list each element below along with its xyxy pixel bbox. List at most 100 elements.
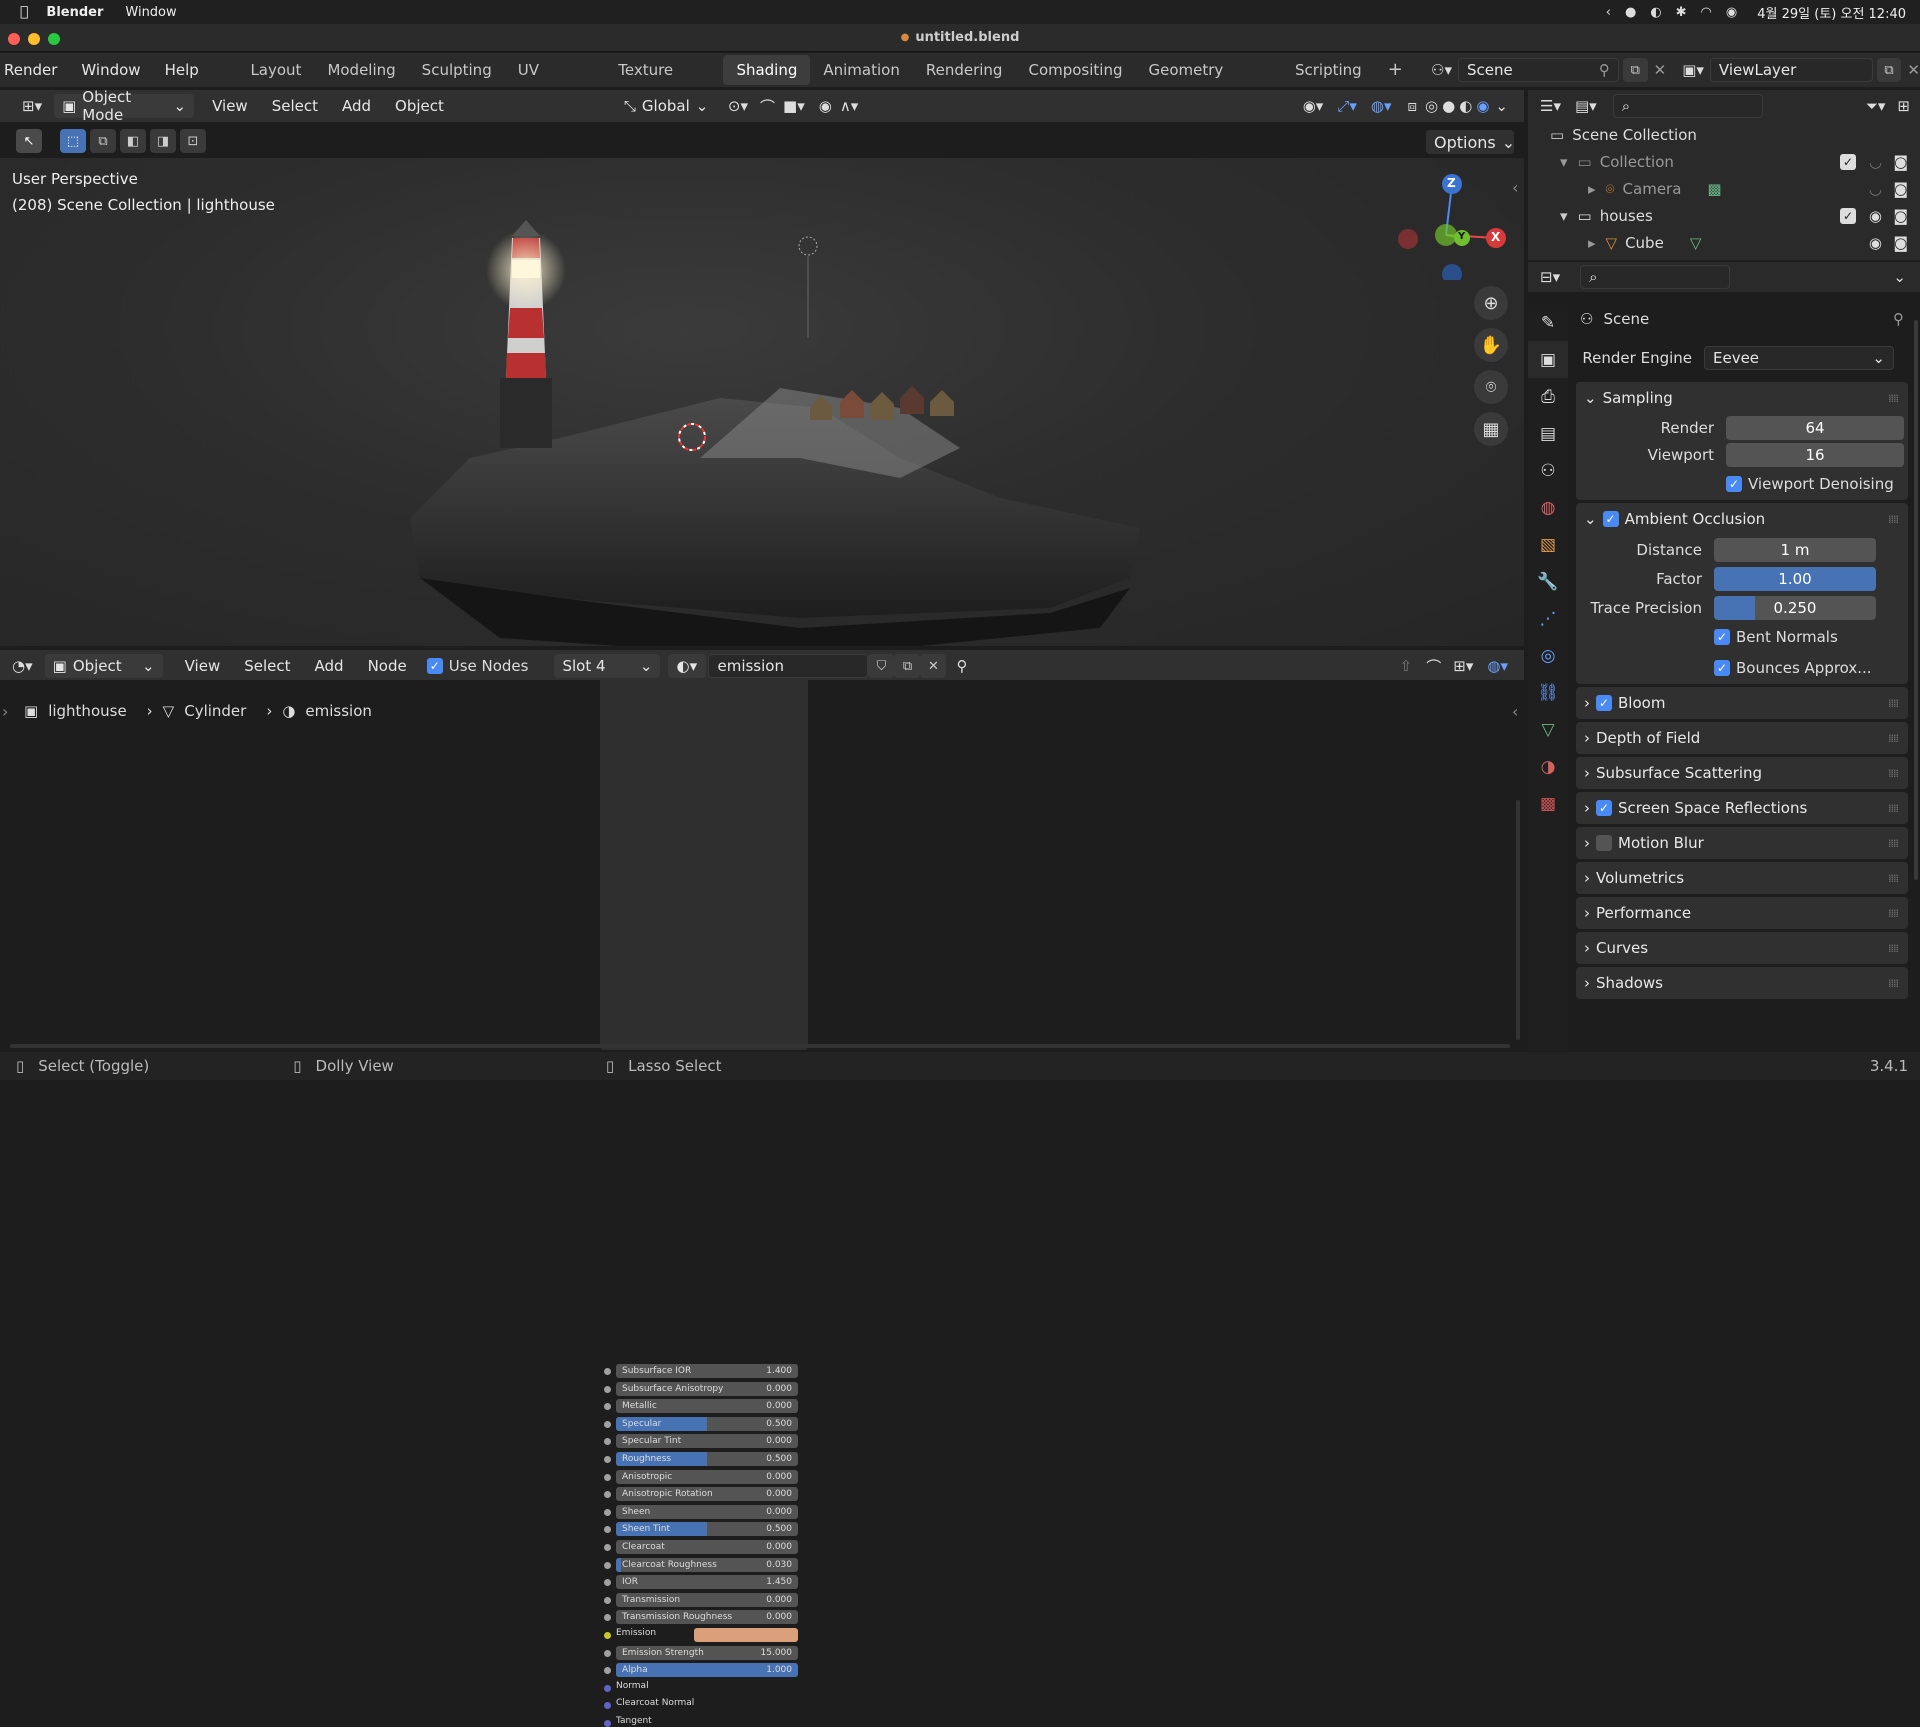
- panel-subsurface-scattering[interactable]: › Subsurface Scattering ⁞⁞⁞⁞: [1576, 757, 1908, 789]
- editor-type-icon[interactable]: ⊟▾: [1540, 268, 1560, 286]
- close-icon[interactable]: ✕: [1654, 61, 1667, 79]
- editor-type-icon[interactable]: ◔▾: [12, 657, 33, 675]
- properties-scrollbar[interactable]: [1914, 320, 1918, 880]
- outliner-row-houses[interactable]: ▾ ▭ houses ✓ ◉ ◙: [1528, 202, 1920, 229]
- drag-grip-icon[interactable]: ⁞⁞⁞⁞: [1888, 837, 1899, 850]
- chevron-right-icon[interactable]: ▸: [1588, 234, 1596, 252]
- tool-tab-icon[interactable]: ✎: [1528, 304, 1568, 341]
- tab-animation[interactable]: Animation: [810, 55, 912, 85]
- tab-scripting[interactable]: Scripting: [1282, 55, 1375, 85]
- panel-header[interactable]: › Curves ⁞⁞⁞⁞: [1576, 932, 1908, 964]
- pivot-icon[interactable]: ⊙▾: [728, 97, 748, 115]
- editor-type-icon[interactable]: ⊞▾: [22, 97, 42, 115]
- collapse-sidebar-icon[interactable]: ‹: [1512, 178, 1518, 197]
- world-tab-icon[interactable]: ◍: [1528, 489, 1568, 526]
- distance-field[interactable]: 1 m: [1714, 537, 1876, 562]
- new-collection-icon[interactable]: ⊞: [1897, 97, 1910, 115]
- panel-bloom[interactable]: › ✓ Bloom ⁞⁞⁞⁞: [1576, 687, 1908, 719]
- node-socket[interactable]: [604, 1667, 611, 1675]
- camera-render-icon[interactable]: ◙: [1893, 207, 1908, 225]
- tab-shading[interactable]: Shading: [723, 55, 811, 85]
- fake-user-shield-icon[interactable]: ⛉: [868, 654, 895, 678]
- chevron-down-icon[interactable]: ⌄: [1893, 268, 1906, 286]
- node-socket[interactable]: [604, 1473, 611, 1481]
- node-socket[interactable]: [604, 1526, 611, 1534]
- hide-eye-icon[interactable]: ◡: [1869, 180, 1882, 198]
- new-viewlayer-button[interactable]: ⧉: [1876, 58, 1902, 82]
- drag-grip-icon[interactable]: ⁞⁞⁞⁞: [1888, 732, 1899, 745]
- eye-icon[interactable]: ◉: [1869, 234, 1882, 252]
- camera-render-icon[interactable]: ◙: [1893, 180, 1908, 198]
- orientation-selector[interactable]: ⤡ Global ⌄: [616, 94, 716, 118]
- outliner-row-cube[interactable]: ▸ ▽ Cube ▽ ◉ ◙: [1528, 229, 1920, 256]
- close-window-button[interactable]: [8, 33, 20, 45]
- panel-enable-checkbox[interactable]: [1596, 835, 1612, 851]
- outliner-row-collection[interactable]: ▾ ▭ Collection ✓ ◡ ◙: [1528, 148, 1920, 175]
- horizontal-scrollbar[interactable]: [10, 1044, 1510, 1048]
- node-input-field[interactable]: Alpha 1.000: [616, 1663, 798, 1678]
- bounces-approx-checkbox[interactable]: ✓: [1714, 659, 1730, 676]
- drag-grip-icon[interactable]: ⁞⁞⁞⁞: [1888, 697, 1899, 710]
- viewlayer-selector[interactable]: ViewLayer: [1709, 58, 1873, 82]
- properties-search-input[interactable]: ⌕: [1580, 265, 1731, 289]
- panel-motion-blur[interactable]: › Motion Blur ⁞⁞⁞⁞: [1576, 827, 1908, 859]
- chevron-down-icon[interactable]: ⌄: [1495, 97, 1508, 115]
- drag-grip-icon[interactable]: ⁞⁞⁞⁞: [1888, 872, 1899, 885]
- drag-grip-icon[interactable]: ⁞⁞⁞⁞: [1888, 977, 1899, 990]
- visibility-icon[interactable]: ◉▾: [1303, 97, 1324, 115]
- menu-node[interactable]: Node: [356, 657, 419, 675]
- panel-enable-checkbox[interactable]: ✓: [1596, 695, 1612, 711]
- mac-clock[interactable]: 4월 29일 (토) 오전 12:40: [1757, 3, 1906, 22]
- chevron-down-icon[interactable]: ▾: [1560, 207, 1568, 225]
- camera-render-icon[interactable]: ◙: [1893, 153, 1908, 171]
- material-tab-icon[interactable]: ◑: [1528, 748, 1568, 785]
- constraints-tab-icon[interactable]: ⛓: [1528, 674, 1568, 711]
- node-socket[interactable]: [604, 1491, 611, 1499]
- overlay-icon[interactable]: ◍▾: [1487, 657, 1508, 675]
- sampling-panel-header[interactable]: ⌄ Sampling ⁞⁞⁞⁞: [1576, 382, 1908, 414]
- menu-select[interactable]: Select: [260, 97, 330, 115]
- ambient-occlusion-checkbox[interactable]: ✓: [1602, 511, 1619, 527]
- node-socket[interactable]: [604, 1596, 611, 1604]
- node-input-field[interactable]: Specular Tint 0.000: [616, 1434, 798, 1449]
- filter-icon[interactable]: ⏷▾: [1866, 97, 1886, 115]
- node-input-field[interactable]: Subsurface Anisotropy 0.000: [616, 1381, 798, 1396]
- solid-shading-icon[interactable]: ●: [1442, 97, 1455, 115]
- panel-performance[interactable]: › Performance ⁞⁞⁞⁞: [1576, 897, 1908, 929]
- menu-object[interactable]: Object: [383, 97, 456, 115]
- snap-element-icon[interactable]: ⊞▾: [1453, 657, 1473, 675]
- object-tab-icon[interactable]: ▧: [1528, 526, 1568, 563]
- viewport-samples-field[interactable]: 16: [1726, 442, 1904, 467]
- zoom-icon[interactable]: ⊕: [1474, 286, 1508, 320]
- panel-volumetrics[interactable]: › Volumetrics ⁞⁞⁞⁞: [1576, 862, 1908, 894]
- node-input-field[interactable]: Clearcoat 0.000: [616, 1540, 798, 1554]
- node-input-field[interactable]: Sheen 0.000: [616, 1504, 798, 1519]
- texture-tab-icon[interactable]: ▩: [1528, 785, 1568, 822]
- tab-compositing[interactable]: Compositing: [1015, 55, 1135, 85]
- menu-add[interactable]: Add: [303, 657, 356, 675]
- hide-eye-icon[interactable]: ◡: [1869, 153, 1882, 171]
- display-mode-icon[interactable]: ▤▾: [1575, 97, 1597, 115]
- drag-grip-icon[interactable]: ⁞⁞⁞⁞: [1888, 513, 1899, 526]
- physics-tab-icon[interactable]: ◎: [1528, 637, 1568, 674]
- perspective-toggle-icon[interactable]: ▦: [1474, 412, 1508, 446]
- pin-icon[interactable]: ⚲: [956, 657, 967, 675]
- tab-modeling[interactable]: Modeling: [314, 55, 408, 85]
- pin-icon[interactable]: ⚲: [1599, 61, 1610, 79]
- use-nodes-checkbox[interactable]: ✓: [426, 658, 443, 674]
- unlink-material-icon[interactable]: ✕: [920, 654, 947, 678]
- menu-render[interactable]: Render: [0, 61, 69, 79]
- node-input-field[interactable]: Anisotropic 0.000: [616, 1469, 798, 1484]
- exclude-checkbox[interactable]: ✓: [1840, 207, 1856, 224]
- node-input-field[interactable]: Clearcoat Roughness 0.030: [616, 1557, 798, 1572]
- snap-icon[interactable]: ⌒: [760, 96, 775, 117]
- node-socket[interactable]: [604, 1702, 611, 1710]
- factor-slider[interactable]: 1.00: [1714, 566, 1876, 591]
- menu-add[interactable]: Add: [330, 97, 383, 115]
- viewlayer-icon[interactable]: ▣▾: [1682, 61, 1704, 79]
- drag-grip-icon[interactable]: ⁞⁞⁞⁞: [1888, 392, 1899, 405]
- slot-selector[interactable]: Slot 4 ⌄: [554, 654, 661, 678]
- xray-icon[interactable]: ⧈: [1408, 97, 1418, 115]
- node-input-field[interactable]: Emission Strength 15.000: [616, 1645, 798, 1660]
- exclude-checkbox[interactable]: ✓: [1840, 153, 1856, 170]
